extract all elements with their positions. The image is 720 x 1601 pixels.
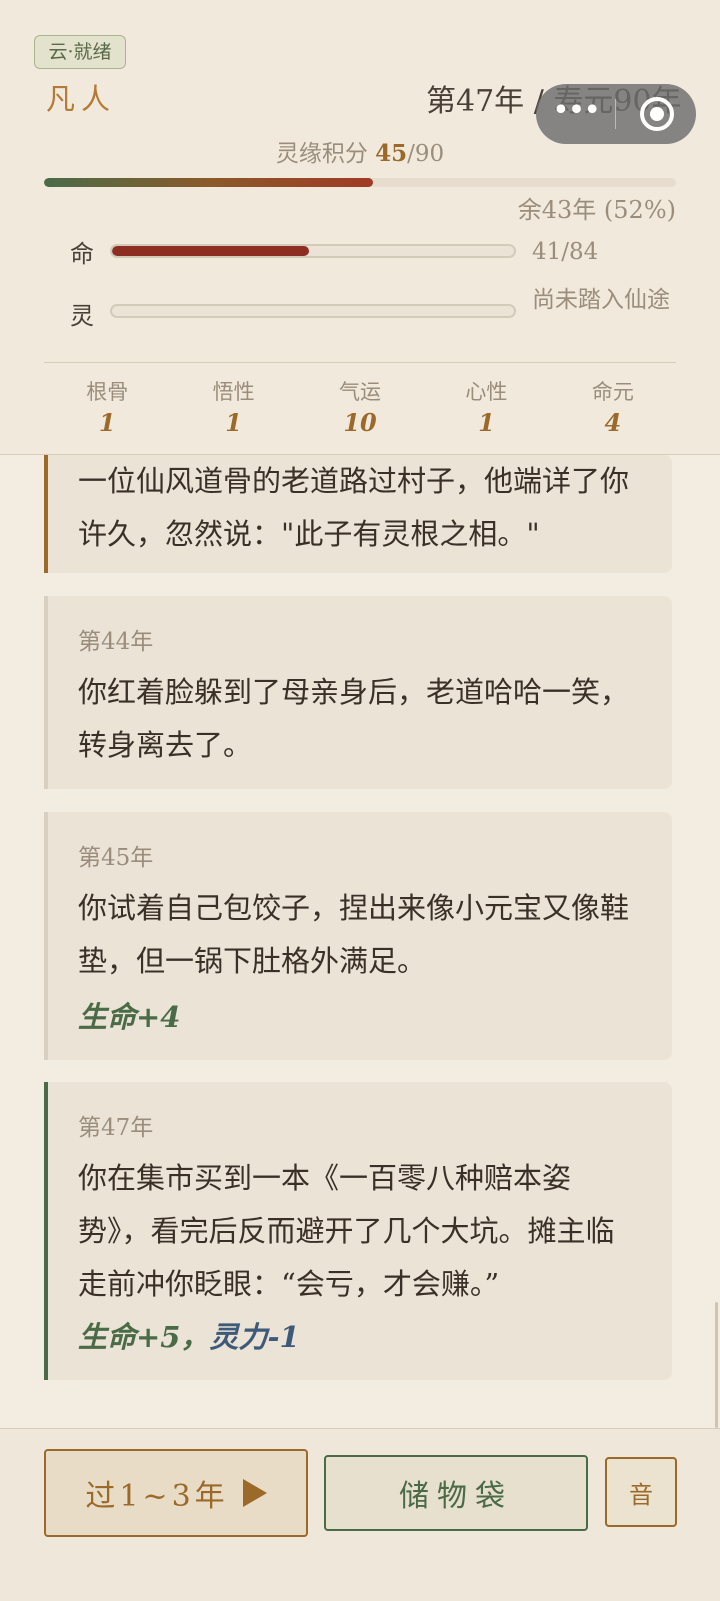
capsule-divider xyxy=(615,99,616,129)
life-bar xyxy=(110,244,516,258)
attr-mingyuan: 命元 4 xyxy=(550,376,676,437)
miniapp-close-icon[interactable] xyxy=(640,97,674,131)
event-effect: 生命+4 xyxy=(78,1000,181,1034)
action-footer: 过1~3年 储物袋 音 xyxy=(0,1428,720,1601)
effect-life: 生命+5， xyxy=(78,1320,210,1354)
event-year: 第47年 xyxy=(78,1115,154,1141)
remaining-years: 余43年 (52%) xyxy=(517,196,676,224)
stat-label-spirit: 灵 xyxy=(70,302,94,330)
score-label: 灵缘积分 xyxy=(275,141,368,167)
attr-qiyun: 气运 10 xyxy=(297,376,423,437)
spirit-bar xyxy=(110,304,516,318)
score-line: 灵缘积分 45/90 xyxy=(0,134,720,168)
event-card: 第44年 你红着脸躲到了母亲身后，老道哈哈一笑，转身离去了。 xyxy=(44,596,672,789)
attr-name: 命元 xyxy=(591,380,634,404)
effect-spirit: 灵力-1 xyxy=(209,1320,300,1354)
storage-bag-button[interactable]: 储物袋 xyxy=(324,1455,588,1531)
scrollbar-thumb[interactable] xyxy=(715,1302,718,1428)
attr-value: 4 xyxy=(604,408,622,437)
spirit-value: 尚未踏入仙途 xyxy=(532,287,670,313)
sound-toggle-button[interactable]: 音 xyxy=(605,1457,677,1527)
event-card: 第47年 你在集市买到一本《一百零八种赔本姿势》，看完后反而避开了几个大坑。摊主… xyxy=(44,1082,672,1380)
attr-value: 1 xyxy=(225,408,242,437)
attr-name: 气运 xyxy=(339,380,382,404)
pass-years-label: 过1~3年 xyxy=(85,1479,229,1514)
status-header: 云·就绪 凡人 第47年 / 寿元90年 ••• 灵缘积分 45/90 余43年… xyxy=(0,0,720,455)
realm-title: 凡人 xyxy=(46,82,117,116)
attr-gengu: 根骨 1 xyxy=(44,376,170,437)
header-divider xyxy=(44,362,676,363)
event-text: 你红着脸躲到了母亲身后，老道哈哈一笑，转身离去了。 xyxy=(78,675,630,762)
lifespan-progress-fill xyxy=(44,178,373,187)
score-total: /90 xyxy=(407,141,445,167)
score-current: 45 xyxy=(375,140,408,167)
event-card: 第45年 你试着自己包饺子，捏出来像小元宝又像鞋垫，但一锅下肚格外满足。 生命+… xyxy=(44,812,672,1060)
event-effect: 生命+5，灵力-1 xyxy=(78,1314,300,1356)
attribute-row: 根骨 1 悟性 1 气运 10 心性 1 命元 4 xyxy=(44,376,676,437)
event-year: 第44年 xyxy=(78,629,154,655)
life-bar-fill xyxy=(112,246,309,256)
play-arrow-icon xyxy=(242,1479,267,1507)
attr-name: 悟性 xyxy=(212,380,255,404)
event-year: 第45年 xyxy=(78,845,154,871)
attr-wuxing: 悟性 1 xyxy=(170,376,296,437)
event-text: 一位仙风道骨的老道路过村子，他端详了你许久，忽然说："此子有灵根之相。" xyxy=(78,464,630,551)
attr-value: 1 xyxy=(98,408,116,437)
pass-years-button[interactable]: 过1~3年 xyxy=(44,1449,308,1537)
event-card: 一位仙风道骨的老道路过村子，他端详了你许久，忽然说："此子有灵根之相。" xyxy=(44,455,672,573)
event-text: 你试着自己包饺子，捏出来像小元宝又像鞋垫，但一锅下肚格外满足。 xyxy=(78,891,630,978)
attr-value: 10 xyxy=(343,408,377,437)
cloud-status-badge: 云·就绪 xyxy=(34,35,126,69)
event-text: 你在集市买到一本《一百零八种赔本姿势》，看完后反而避开了几个大坑。摊主临走前冲你… xyxy=(78,1161,615,1301)
attr-name: 根骨 xyxy=(86,380,129,404)
attr-xinxing: 心性 1 xyxy=(423,376,549,437)
life-value: 41/84 xyxy=(532,239,599,265)
lifespan-progress-bar xyxy=(44,178,676,187)
attr-value: 1 xyxy=(478,408,495,437)
stat-label-life: 命 xyxy=(70,240,94,268)
attr-name: 心性 xyxy=(465,380,508,404)
